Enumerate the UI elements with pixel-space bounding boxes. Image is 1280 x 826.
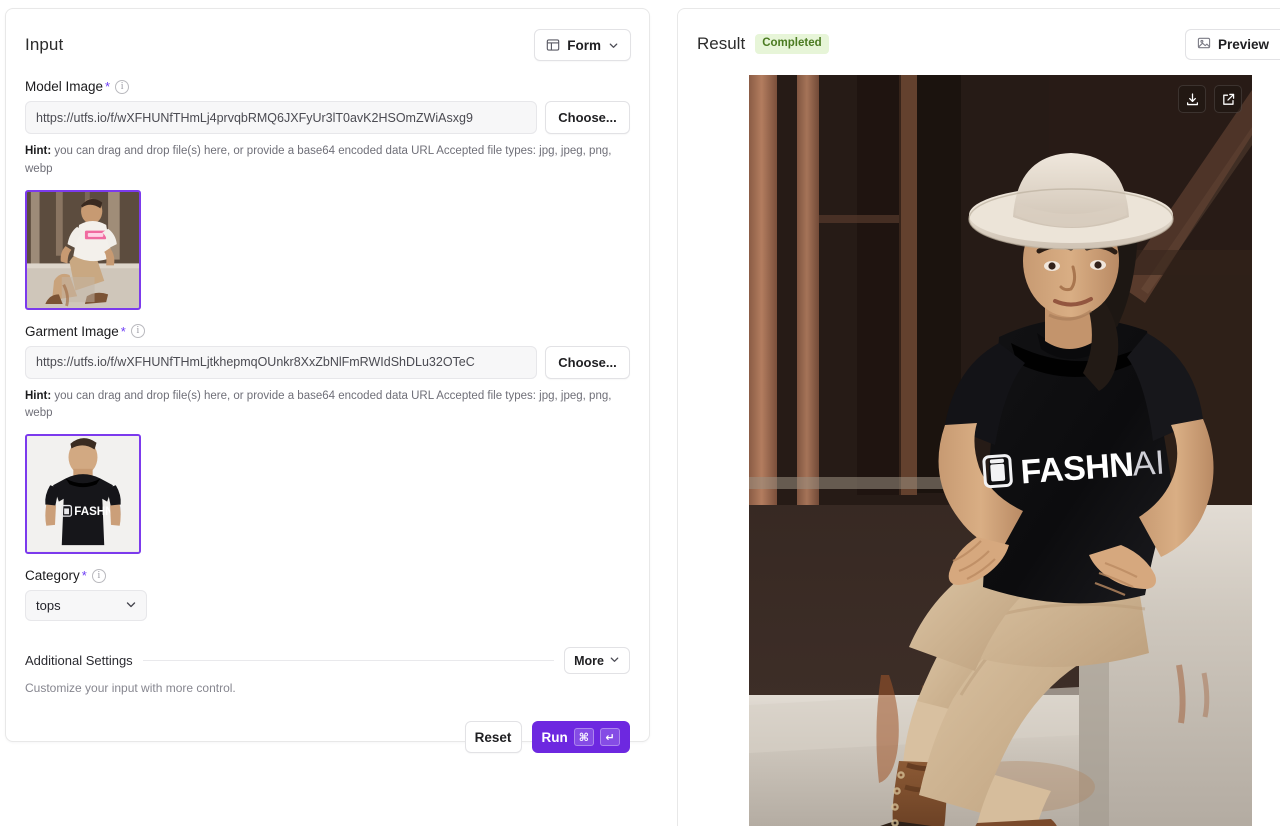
info-icon[interactable]: i xyxy=(91,568,106,583)
run-shortcut-enter-key: ↵ xyxy=(600,728,620,747)
run-label: Run xyxy=(541,729,568,745)
result-image[interactable]: FASHN AI xyxy=(749,75,1252,826)
model-image-field: Model Image * i https://utfs.io/f/wXFHUNf… xyxy=(6,79,649,310)
model-image-input-row: https://utfs.io/f/wXFHUNfTHmLj4prvqbRMQ6… xyxy=(25,101,630,134)
category-field: Category * i tops xyxy=(6,568,649,622)
required-asterisk: * xyxy=(81,568,87,584)
model-image-label-row: Model Image * i xyxy=(25,79,630,94)
input-panel-header: Input Form xyxy=(6,9,649,65)
category-label-row: Category * i xyxy=(25,568,630,583)
category-selected-value: tops xyxy=(36,598,61,614)
garment-image-label: Garment Image xyxy=(25,323,119,339)
garment-image-label-row: Garment Image * i xyxy=(25,324,630,339)
svg-text:FASHN: FASHN xyxy=(74,506,113,518)
info-icon[interactable]: i xyxy=(115,79,130,94)
open-external-icon[interactable] xyxy=(1214,85,1242,113)
result-panel: Result Completed Preview FASHN AI xyxy=(677,8,1280,826)
chevron-down-icon xyxy=(608,40,619,51)
model-image-thumbnail[interactable] xyxy=(25,189,141,310)
chevron-down-icon xyxy=(609,654,620,668)
hint-text: you can drag and drop file(s) here, or p… xyxy=(25,145,612,175)
svg-text:FASHN: FASHN xyxy=(1019,446,1134,492)
model-image-hint: Hint: you can drag and drop file(s) here… xyxy=(25,143,615,179)
garment-image-thumbnail[interactable]: FASHN AI xyxy=(25,434,141,555)
model-image-url-input[interactable]: https://utfs.io/f/wXFHUNfTHmLj4prvqbRMQ6… xyxy=(25,101,537,134)
result-title-group: Result Completed xyxy=(697,34,829,54)
result-image-actions xyxy=(1178,85,1242,113)
status-badge: Completed xyxy=(755,34,829,54)
additional-settings-label: Additional Settings xyxy=(25,653,133,669)
svg-text:AI: AI xyxy=(1131,443,1166,483)
divider xyxy=(142,660,555,662)
input-column: Input Form Model Image * i https://utfs.… xyxy=(0,0,650,826)
required-asterisk: * xyxy=(105,79,111,94)
input-panel-title: Input xyxy=(25,35,64,54)
layout-panel-icon xyxy=(546,38,560,52)
form-actions: Reset Run ⌘ ↵ xyxy=(6,695,649,754)
result-image-art: FASHN AI xyxy=(749,75,1252,826)
image-icon xyxy=(1197,36,1211,53)
chevron-down-icon xyxy=(125,598,137,613)
more-label: More xyxy=(574,653,604,668)
garment-image-url-input[interactable]: https://utfs.io/f/wXFHUNfTHmLjtkhepmqOUn… xyxy=(25,345,537,379)
garment-image-hint: Hint: you can drag and drop file(s) here… xyxy=(25,388,615,424)
download-icon[interactable] xyxy=(1178,85,1206,113)
garment-image-input-row: https://utfs.io/f/wXFHUNfTHmLjtkhepmqOUn… xyxy=(25,345,630,379)
garment-image-field: Garment Image * i https://utfs.io/f/wXFHU… xyxy=(6,324,649,555)
hint-text: you can drag and drop file(s) here, or p… xyxy=(25,389,612,420)
category-select[interactable]: tops xyxy=(25,590,147,622)
model-image-thumbnail-art xyxy=(27,191,139,308)
garment-image-thumbnail-art: FASHN AI xyxy=(27,436,139,553)
garment-image-choose-button[interactable]: Choose... xyxy=(545,345,630,379)
application-root: Input Form Model Image * i https://utfs.… xyxy=(0,0,1280,826)
hint-prefix: Hint: xyxy=(25,389,52,402)
view-mode-form-button[interactable]: Form xyxy=(534,29,631,61)
run-shortcut-modifier-key: ⌘ xyxy=(573,728,594,747)
view-mode-label: Form xyxy=(567,37,601,53)
result-panel-header: Result Completed Preview xyxy=(678,9,1280,63)
result-column: Result Completed Preview FASHN AI xyxy=(650,0,1280,826)
run-button[interactable]: Run ⌘ ↵ xyxy=(531,721,630,754)
hint-prefix: Hint: xyxy=(25,145,52,157)
model-image-choose-button[interactable]: Choose... xyxy=(545,101,630,134)
additional-settings-row: Additional Settings More xyxy=(6,647,649,675)
additional-settings-more-button[interactable]: More xyxy=(564,647,630,675)
info-icon[interactable]: i xyxy=(130,324,145,339)
category-label: Category xyxy=(25,568,80,584)
required-asterisk: * xyxy=(120,323,126,339)
input-panel: Input Form Model Image * i https://utfs.… xyxy=(5,8,650,754)
preview-label: Preview xyxy=(1217,36,1269,52)
preview-button[interactable]: Preview xyxy=(1184,28,1280,60)
additional-settings-description: Customize your input with more control. xyxy=(25,681,236,696)
model-image-label: Model Image xyxy=(25,79,104,94)
result-panel-title: Result xyxy=(697,34,746,53)
reset-button[interactable]: Reset xyxy=(464,721,522,754)
